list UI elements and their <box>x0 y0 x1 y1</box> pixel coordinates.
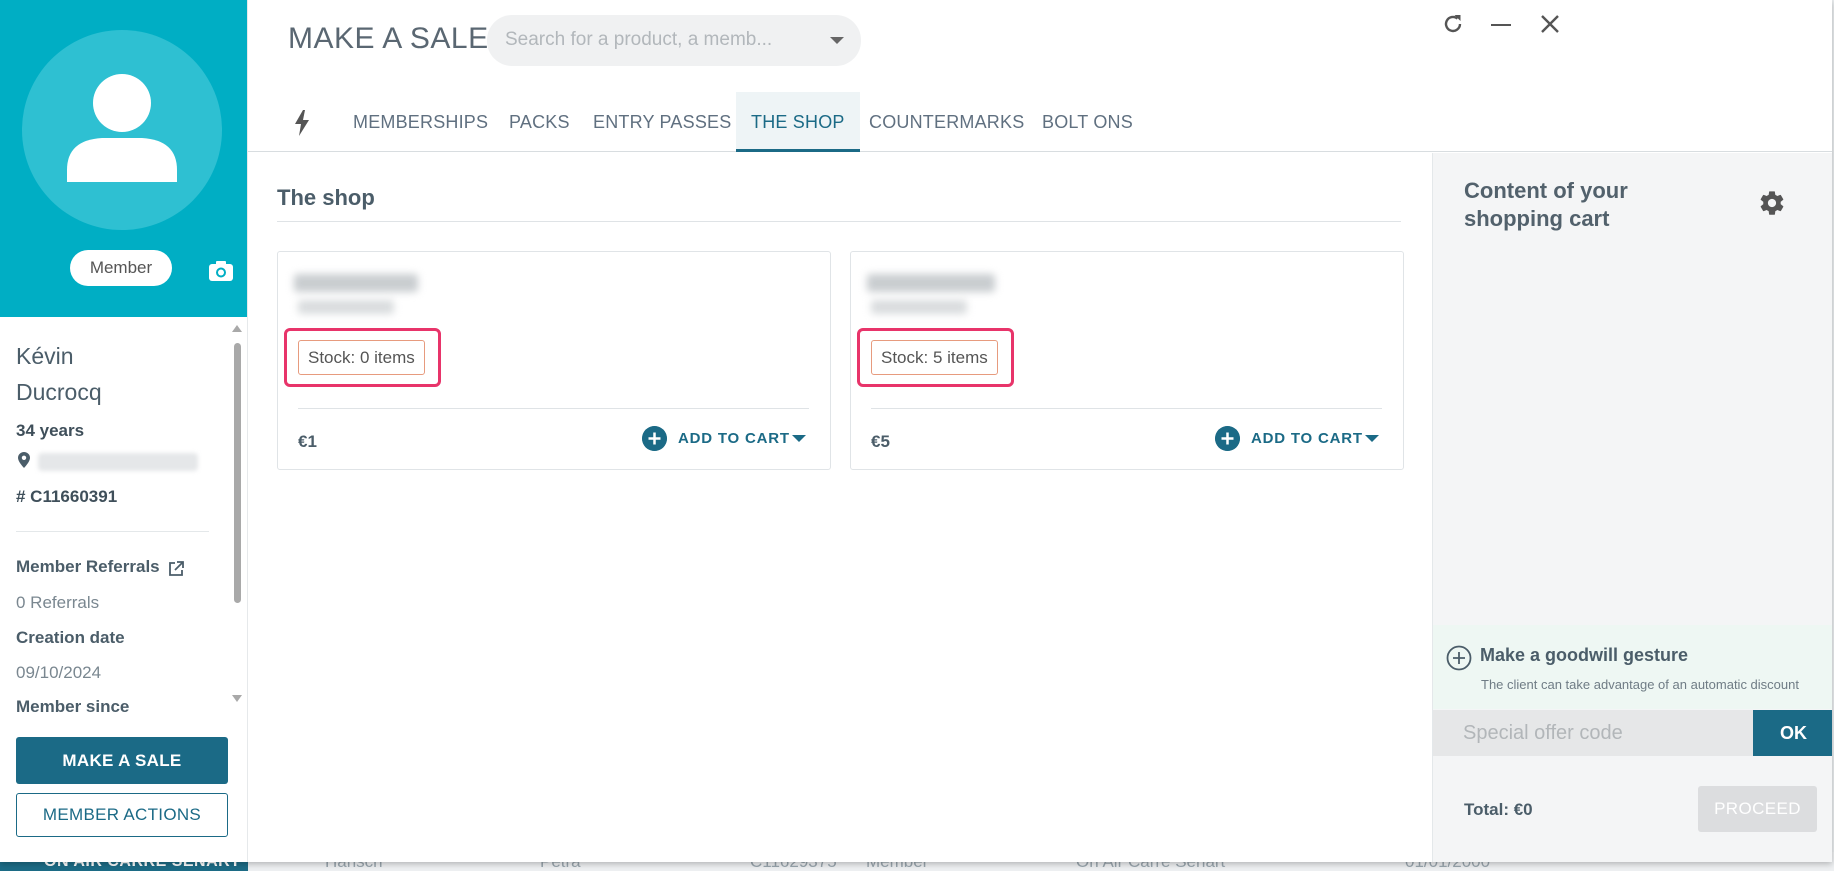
section-title: The shop <box>277 185 375 210</box>
chevron-down-icon[interactable] <box>792 435 806 442</box>
add-circle-outline-icon <box>1446 645 1472 671</box>
status-badge: Member <box>70 250 172 286</box>
divider <box>298 408 809 409</box>
member-actions-button[interactable]: MEMBER ACTIONS <box>16 793 228 837</box>
scrollbar-thumb[interactable] <box>234 343 241 603</box>
member-since-title: Member since <box>16 697 130 716</box>
product-subtitle-redacted <box>298 300 394 314</box>
product-price: €1 <box>298 432 317 451</box>
minimize-icon[interactable] <box>1491 24 1511 26</box>
product-price: €5 <box>871 432 890 451</box>
product-subtitle-redacted <box>871 300 967 314</box>
gear-icon[interactable] <box>1758 189 1786 217</box>
location-pin-icon <box>18 452 30 468</box>
close-icon[interactable] <box>1539 13 1561 35</box>
member-panel: Member Kévin Ducrocq 34 years # C1166039… <box>0 0 247 862</box>
stock-badge: Stock: 5 items <box>871 340 998 375</box>
divider <box>16 531 209 532</box>
offer-code-box <box>1433 710 1753 756</box>
product-tabs: MEMBERSHIPS PACKS ENTRY PASSES THE SHOP … <box>248 92 1832 152</box>
goodwill-title: Make a goodwill gesture <box>1480 645 1689 665</box>
lightning-icon[interactable] <box>292 110 312 136</box>
add-to-cart-button[interactable]: ADD TO CART <box>642 423 812 453</box>
scroll-up-arrow-icon[interactable] <box>231 322 243 334</box>
cart-title: Content of your shopping cart <box>1464 178 1628 231</box>
tab-memberships[interactable]: MEMBERSHIPS <box>338 92 503 152</box>
add-circle-icon <box>642 426 667 451</box>
camera-icon[interactable] <box>208 260 234 282</box>
member-age: 34 years <box>16 421 85 440</box>
sale-main: MAKE A SALE MEMBERSHIPS PACKS ENTRY PASS… <box>247 0 1832 862</box>
chevron-down-icon[interactable] <box>1365 435 1379 442</box>
shopping-cart-panel: Content of your shopping cart Make a goo… <box>1432 153 1832 862</box>
tab-countermarks[interactable]: COUNTERMARKS <box>854 92 1039 152</box>
divider <box>277 221 1401 222</box>
member-first-name: Kévin <box>16 343 74 369</box>
tab-bolt-ons[interactable]: BOLT ONS <box>1027 92 1148 152</box>
tab-packs[interactable]: PACKS <box>494 92 585 152</box>
make-a-sale-modal: Member Kévin Ducrocq 34 years # C1166039… <box>0 0 1832 862</box>
tab-entry-passes[interactable]: ENTRY PASSES <box>578 92 746 152</box>
cart-total: Total: €0 <box>1464 800 1533 819</box>
refresh-icon[interactable] <box>1441 12 1465 36</box>
proceed-button[interactable]: PROCEED <box>1698 786 1817 832</box>
add-to-cart-label: ADD TO CART <box>1251 430 1363 447</box>
member-id: # C11660391 <box>16 487 118 506</box>
creation-date-title: Creation date <box>16 628 125 647</box>
member-info: Kévin Ducrocq 34 years # C11660391 Membe… <box>0 317 247 717</box>
chevron-down-icon[interactable] <box>830 37 844 44</box>
add-to-cart-button[interactable]: ADD TO CART <box>1215 423 1385 453</box>
creation-date-value: 09/10/2024 <box>16 663 102 682</box>
page-title: MAKE A SALE <box>288 22 489 55</box>
product-card: Stock: 0 items €1 ADD TO CART <box>277 251 831 470</box>
user-icon <box>67 74 177 182</box>
product-name-redacted <box>867 274 995 292</box>
external-link-icon[interactable] <box>168 561 184 577</box>
scroll-down-arrow-icon[interactable] <box>231 693 243 705</box>
member-address-redacted <box>38 453 198 471</box>
shop-content: The shop Stock: 0 items €1 ADD TO CART S… <box>248 153 1432 862</box>
avatar[interactable] <box>22 30 222 230</box>
divider <box>871 408 1382 409</box>
goodwill-subtitle: The client can take advantage of an auto… <box>1481 677 1799 692</box>
ok-button[interactable]: OK <box>1753 710 1832 756</box>
offer-code-input[interactable] <box>1463 718 1733 748</box>
make-a-sale-button[interactable]: MAKE A SALE <box>16 737 228 784</box>
search-input[interactable] <box>505 25 805 55</box>
goodwill-gesture[interactable]: Make a goodwill gesture The client can t… <box>1433 625 1832 709</box>
referrals-title: Member Referrals <box>16 557 160 576</box>
product-name-redacted <box>294 274 418 292</box>
add-to-cart-label: ADD TO CART <box>678 430 790 447</box>
referrals-value: 0 Referrals <box>16 593 100 612</box>
member-header: Member <box>0 0 247 317</box>
tab-the-shop[interactable]: THE SHOP <box>736 92 860 152</box>
member-last-name: Ducrocq <box>16 379 102 405</box>
product-card: Stock: 5 items €5 ADD TO CART <box>850 251 1404 470</box>
stock-badge: Stock: 0 items <box>298 340 425 375</box>
search-box[interactable] <box>487 15 861 66</box>
add-circle-icon <box>1215 426 1240 451</box>
